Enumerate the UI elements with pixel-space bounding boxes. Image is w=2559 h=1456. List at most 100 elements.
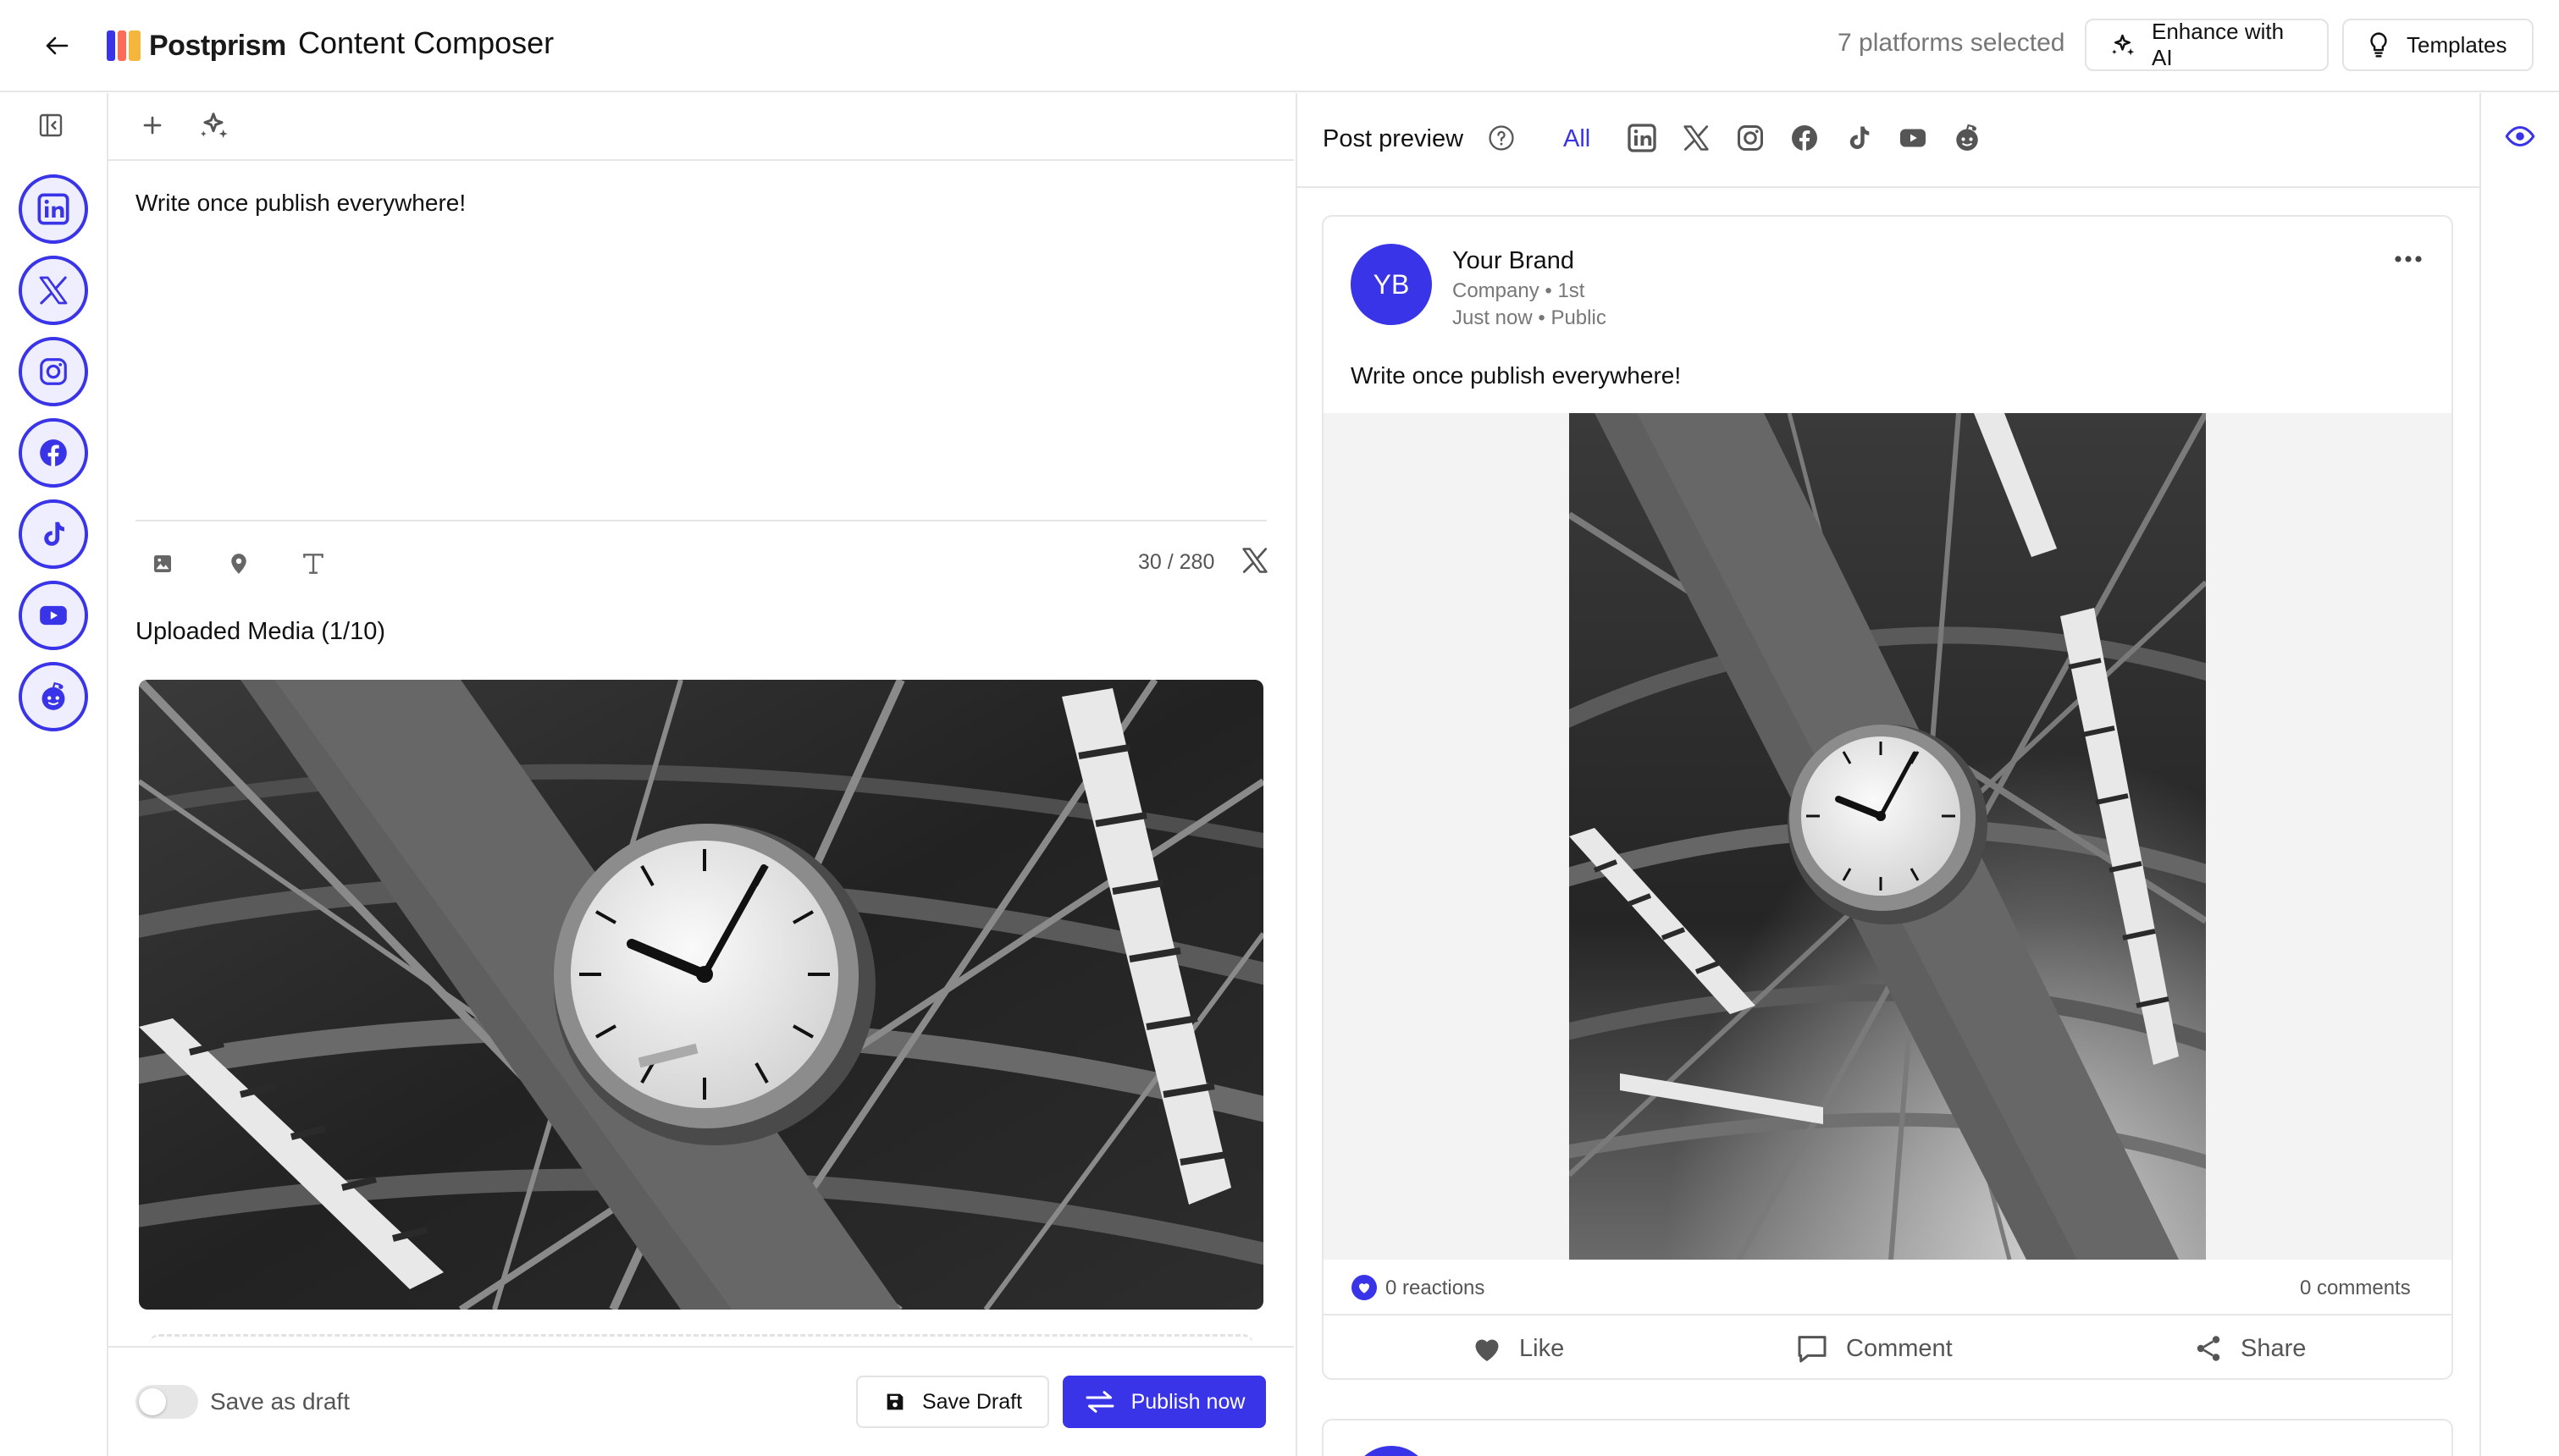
post-body-text: Write once publish everywhere! [1351, 362, 1682, 389]
platform-toggle-youtube[interactable] [19, 581, 88, 650]
tiktok-icon [1849, 126, 1870, 150]
character-count: 30 / 280 [1138, 550, 1215, 574]
heart-icon [1475, 1339, 1499, 1361]
uploaded-media-heading: Uploaded Media (1/10) [135, 618, 386, 645]
post-preview-title: Post preview [1323, 125, 1464, 152]
preview-filter-instagram[interactable] [1733, 120, 1768, 156]
platforms-selected-count: 7 platforms selected [1838, 29, 2065, 57]
composer-toolbar [108, 93, 1294, 161]
tiktok-icon [44, 521, 64, 546]
help-icon [1489, 125, 1514, 151]
linkedin-icon [1628, 124, 1656, 152]
preview-filter-tiktok[interactable] [1841, 120, 1876, 156]
station-clock-photo [139, 680, 1263, 1310]
add-image-button[interactable] [146, 547, 180, 581]
logo-mark-icon [107, 30, 141, 61]
location-icon [231, 554, 246, 574]
post-more-button[interactable] [2388, 249, 2429, 269]
preview-filter-all[interactable]: All [1563, 125, 1590, 153]
save-icon [887, 1393, 904, 1410]
preview-header [1296, 93, 2481, 188]
post-text-editor[interactable]: Write once publish everywhere! [135, 190, 466, 217]
share-icon [2197, 1336, 2220, 1361]
plus-icon [143, 116, 162, 135]
add-post-button[interactable] [137, 108, 168, 142]
preview-filter-linkedin[interactable] [1624, 120, 1660, 156]
uploaded-media-thumbnail[interactable] [139, 680, 1263, 1310]
character-limit-platform [1240, 545, 1270, 579]
x-icon [39, 276, 68, 305]
like-label: Like [1519, 1334, 1565, 1362]
platform-toggle-x[interactable] [19, 256, 88, 325]
reddit-icon [41, 682, 66, 711]
reactions-count: 0 reactions [1385, 1277, 1485, 1299]
preview-filter-youtube[interactable] [1895, 120, 1931, 156]
templates-label: Templates [2407, 31, 2507, 58]
preview-filter-x[interactable] [1678, 120, 1714, 156]
reactions-row [1324, 1260, 2451, 1315]
linkedin-icon [37, 193, 69, 225]
app-name: Postprism [149, 29, 286, 62]
save-draft-button[interactable]: Save Draft [856, 1376, 1049, 1428]
sparkle-icon [199, 113, 229, 140]
avatar: YB [1351, 244, 1432, 325]
editor-divider [135, 520, 1267, 521]
sparkle-icon [2110, 34, 2136, 57]
collapse-sidebar-button[interactable] [37, 112, 71, 142]
comments-count: 0 comments [2300, 1277, 2411, 1299]
author-meta-company: Company • 1st [1452, 279, 1585, 302]
publish-now-label: Publish now [1130, 1389, 1246, 1414]
author-meta-time: Just now • Public [1452, 306, 1606, 329]
media-dropzone-edge [149, 1334, 1253, 1346]
right-rail [2479, 93, 2559, 1456]
reddit-icon [1955, 124, 1979, 152]
add-location-button[interactable] [222, 547, 256, 581]
enhance-label: Enhance with AI [2152, 19, 2285, 70]
preview-filter-facebook[interactable] [1787, 120, 1822, 156]
templates-button[interactable]: Templates [2342, 19, 2534, 71]
save-draft-label: Save Draft [921, 1389, 1023, 1414]
comment-button[interactable]: Comment [1795, 1329, 1953, 1368]
image-icon [154, 555, 171, 572]
x-icon [1242, 548, 1268, 573]
page-title: Content Composer [298, 25, 555, 60]
share-button[interactable]: Share [2193, 1329, 2306, 1368]
heart-icon [1359, 1283, 1369, 1293]
x-icon [1683, 125, 1709, 151]
save-as-draft-toggle[interactable] [135, 1385, 198, 1419]
preview-filter-reddit[interactable] [1949, 120, 1985, 156]
lightbulb-icon [2370, 32, 2387, 58]
author-name: Your Brand [1452, 247, 1575, 274]
comment-label: Comment [1846, 1334, 1953, 1362]
help-button[interactable] [1487, 124, 1517, 154]
platform-toggle-instagram[interactable] [19, 337, 88, 406]
back-button[interactable] [34, 27, 80, 64]
next-preview-card [1322, 1419, 2453, 1456]
platform-toggle-facebook[interactable] [19, 418, 88, 488]
app-logo: Postprism [107, 27, 286, 64]
text-format-icon [303, 554, 323, 574]
platform-toggle-tiktok[interactable] [19, 499, 88, 569]
save-as-draft-label: Save as draft [210, 1388, 350, 1415]
like-button[interactable]: Like [1472, 1329, 1564, 1368]
instagram-icon [1738, 125, 1763, 151]
instagram-icon [40, 358, 67, 385]
comment-icon [1798, 1336, 1827, 1363]
toggle-preview-button[interactable] [2505, 124, 2539, 151]
ai-assist-button[interactable] [196, 108, 230, 142]
youtube-icon [1900, 129, 1926, 147]
publish-now-button[interactable]: Publish now [1063, 1376, 1266, 1428]
youtube-icon [40, 605, 67, 626]
eye-icon [2505, 125, 2535, 147]
facebook-icon [1792, 125, 1817, 151]
reaction-badge [1351, 1275, 1377, 1300]
platform-toggle-reddit[interactable] [19, 662, 88, 731]
facebook-icon [40, 439, 67, 466]
station-clock-photo [1569, 413, 2206, 1260]
back-arrow-icon [46, 36, 69, 55]
enhance-with-ai-button[interactable]: Enhance with AI [2085, 19, 2329, 71]
text-format-button[interactable] [296, 547, 330, 581]
sidebar-collapse-icon [39, 113, 63, 137]
swap-arrows-icon [1086, 1391, 1114, 1413]
platform-toggle-linkedin[interactable] [19, 174, 88, 244]
